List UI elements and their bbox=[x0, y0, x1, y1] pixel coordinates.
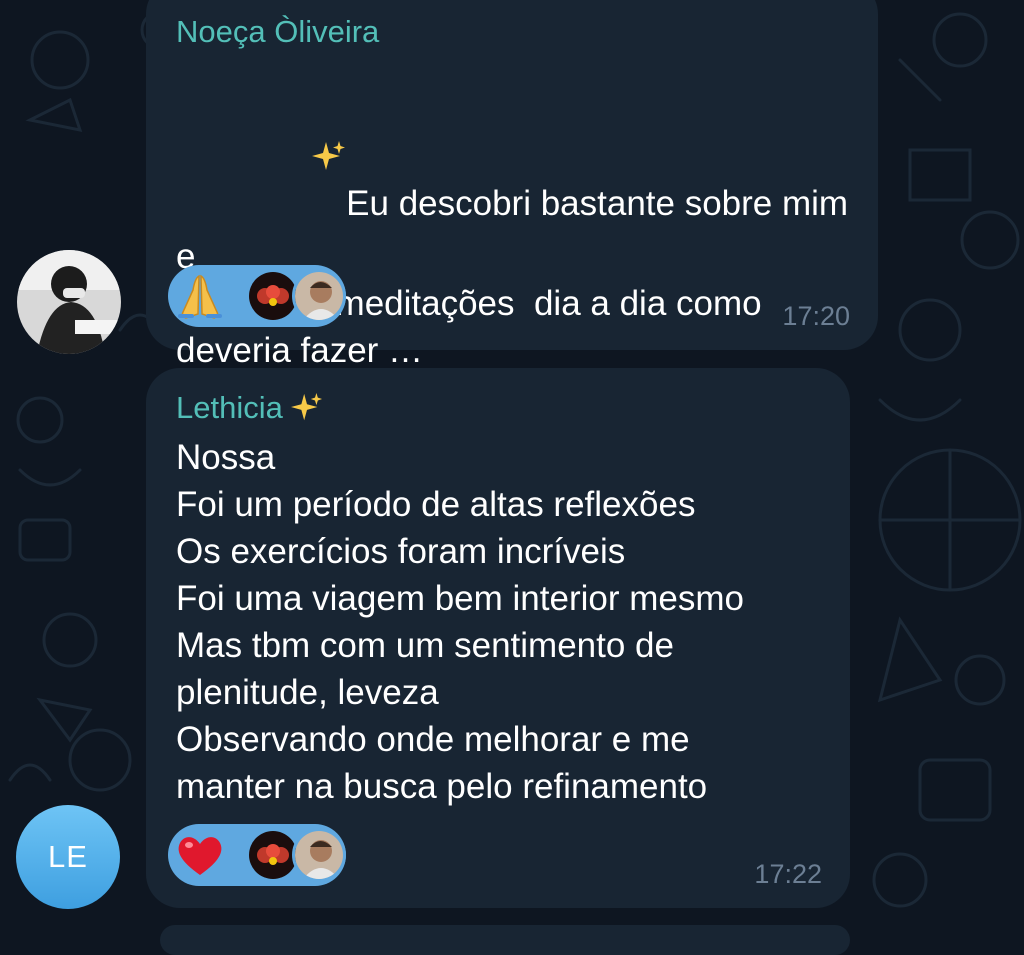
reactor-avatar-2[interactable] bbox=[292, 828, 346, 882]
man-photo-icon bbox=[295, 272, 343, 320]
reaction-pill[interactable] bbox=[168, 824, 346, 886]
folded-hands-icon bbox=[172, 268, 228, 324]
reactor-avatar-2[interactable] bbox=[292, 269, 346, 323]
message-time: 17:20 bbox=[782, 301, 850, 331]
message-1[interactable]: Noeça Òliveira Eu descobri bastante sobr… bbox=[0, 0, 1024, 417]
sender-name[interactable]: Lethicia bbox=[176, 390, 323, 432]
red-heart-icon bbox=[172, 827, 228, 883]
sender-avatar-initials[interactable]: LE bbox=[16, 805, 120, 909]
reaction-pill[interactable] bbox=[168, 265, 346, 327]
sender-name-text: Lethicia bbox=[176, 390, 283, 425]
man-photo-icon bbox=[295, 831, 343, 879]
sparkles-icon bbox=[291, 392, 323, 432]
sender-avatar[interactable] bbox=[17, 250, 121, 354]
user-photo-icon bbox=[17, 250, 121, 354]
message-time: 17:22 bbox=[754, 859, 822, 889]
message-2[interactable]: LE Lethicia Nossa Foi um período de alta… bbox=[0, 368, 1024, 913]
red-emblem-icon bbox=[249, 272, 297, 320]
message-bubble[interactable]: Noeça Òliveira Eu descobri bastante sobr… bbox=[146, 0, 878, 417]
message-bubble[interactable]: Lethicia Nossa Foi um período de altas r… bbox=[146, 368, 850, 908]
sparkles-icon bbox=[234, 92, 346, 233]
message-body: Nossa Foi um período de altas reflexões … bbox=[176, 438, 744, 806]
red-emblem-icon bbox=[249, 831, 297, 879]
next-message-bubble-edge bbox=[160, 925, 850, 955]
